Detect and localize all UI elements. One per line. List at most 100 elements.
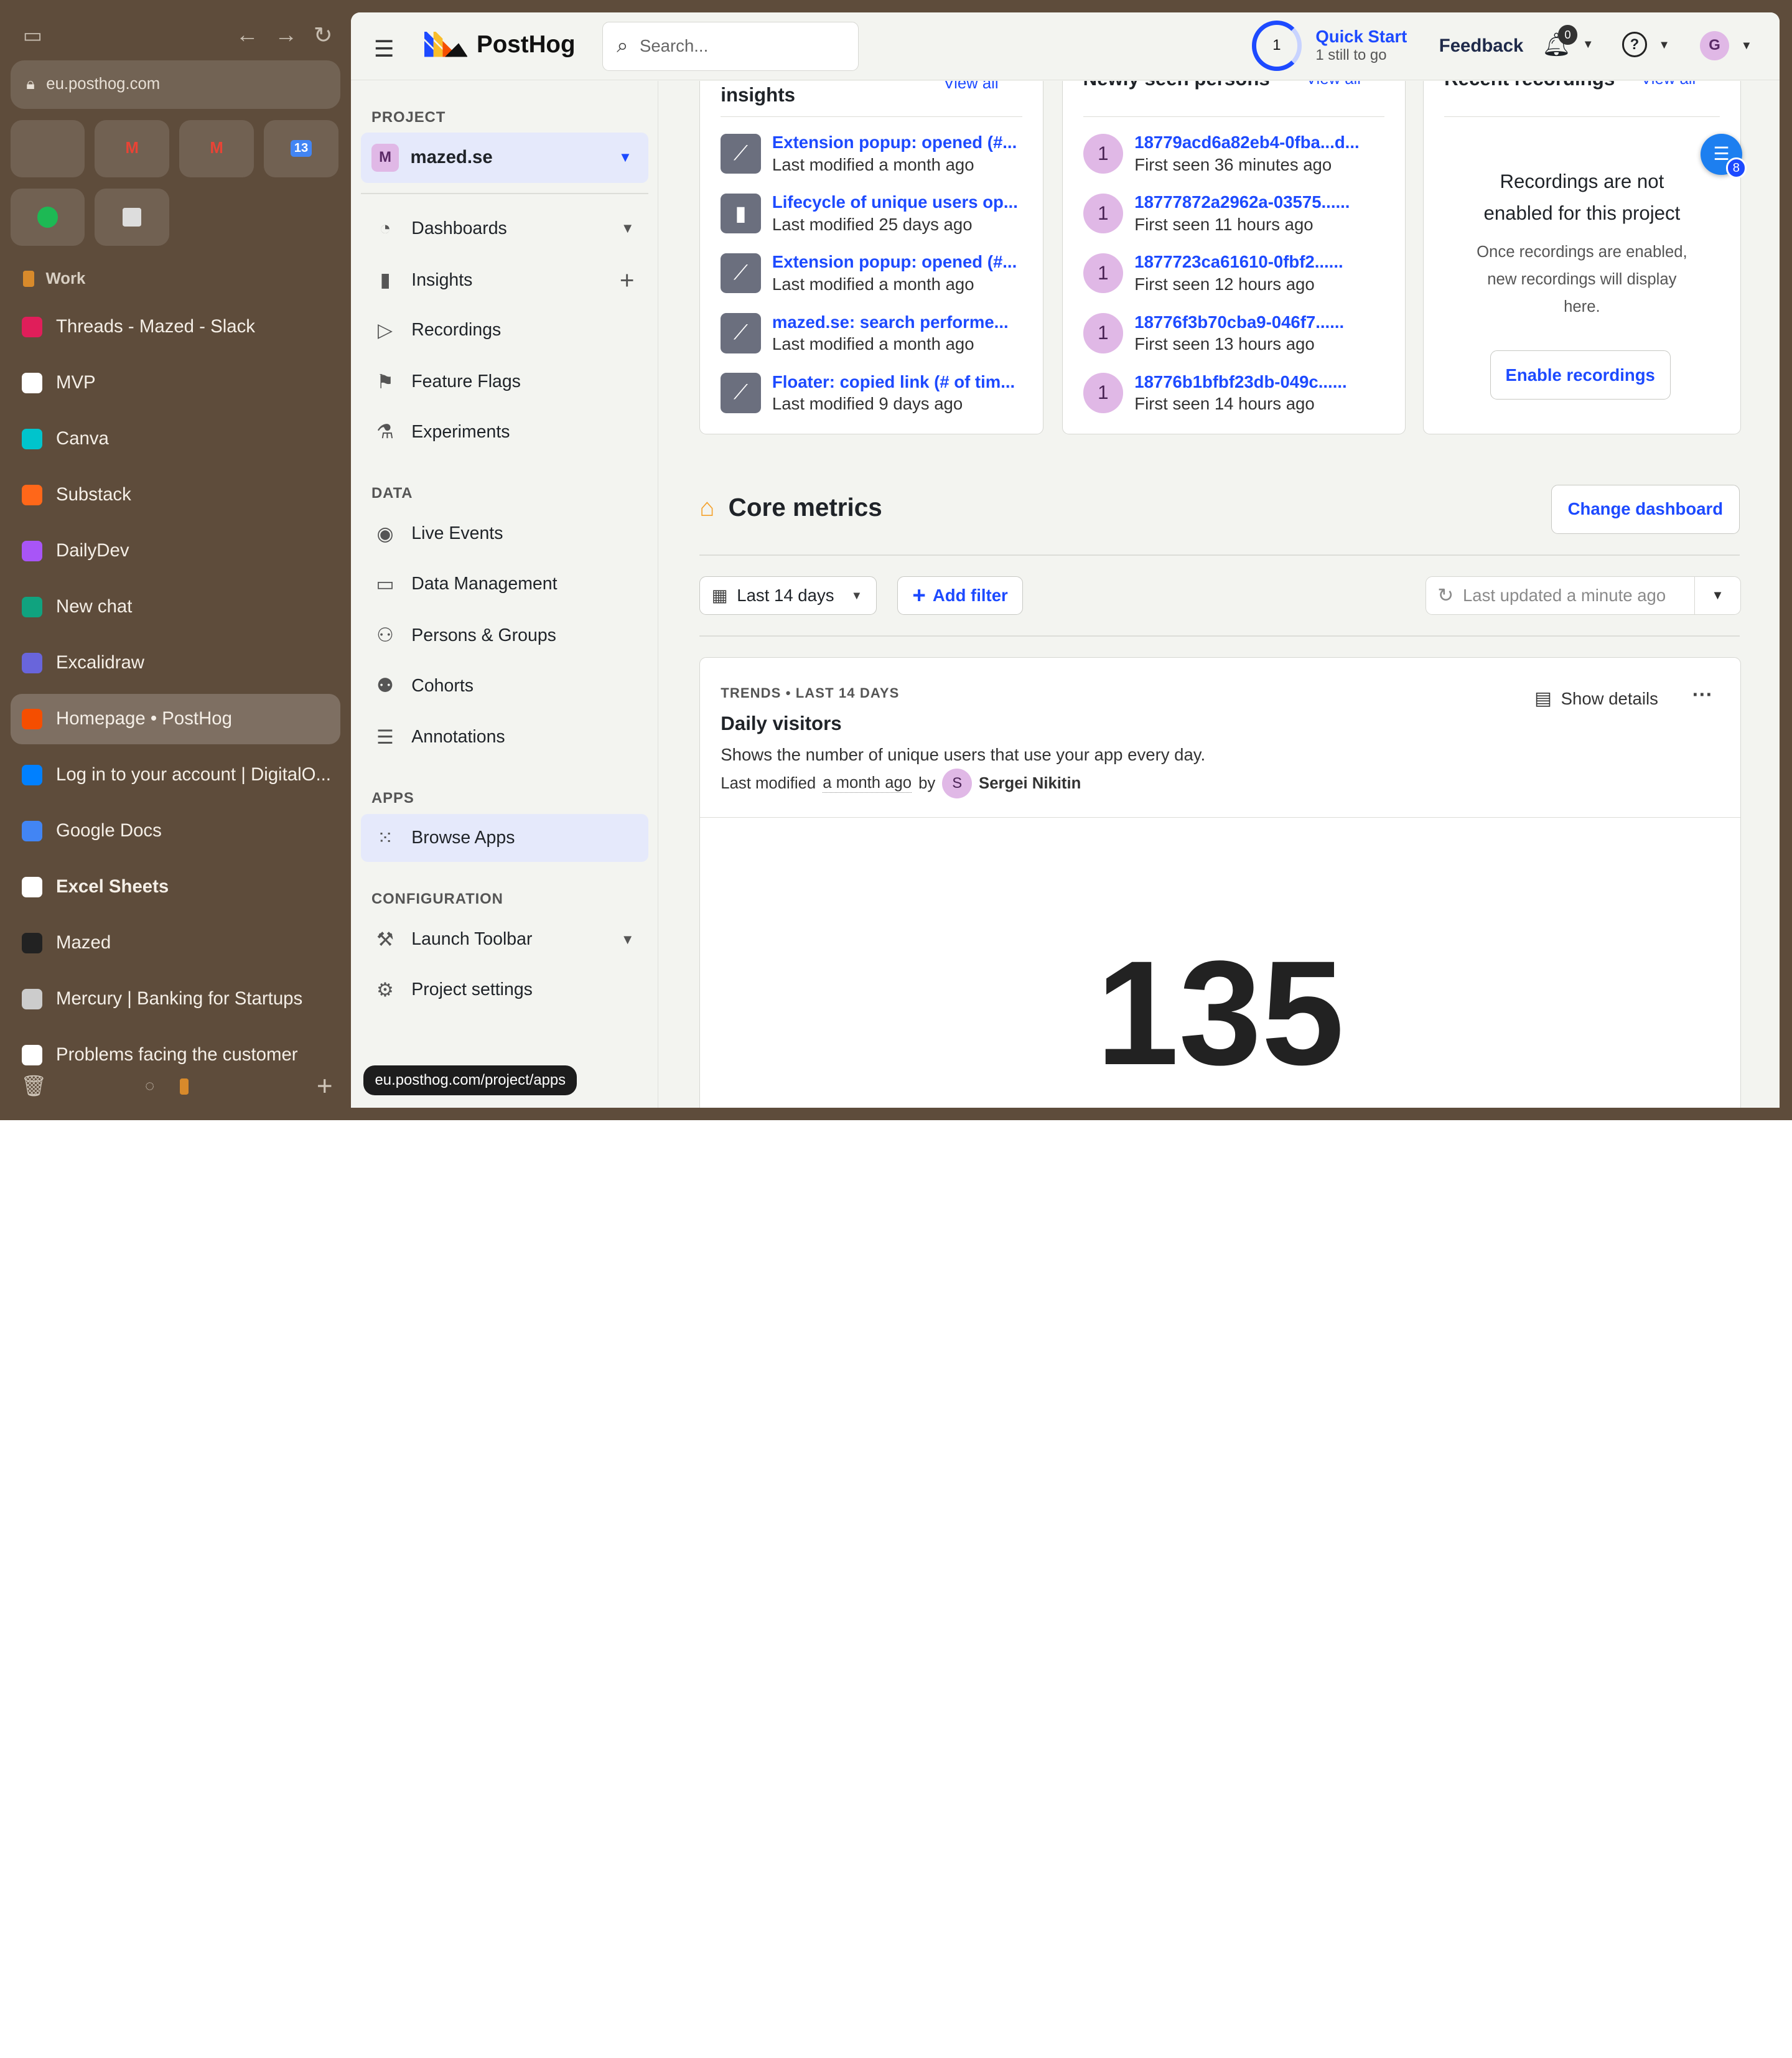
nav-persons-groups[interactable]: ⚇ Persons & Groups xyxy=(361,612,648,660)
nav-launch-toolbar[interactable]: ⚒ Launch Toolbar ▼ xyxy=(361,915,648,963)
nav-feature-flags[interactable]: ⚑ Feature Flags xyxy=(361,358,648,406)
person-row[interactable]: 1 1877723ca61610-0fbf2...... First seen 12… xyxy=(1083,247,1389,300)
nav-recordings[interactable]: ▷ Recordings xyxy=(361,306,648,354)
change-dashboard-button[interactable]: Change dashboard xyxy=(1551,484,1740,534)
tile-title[interactable]: Daily visitors xyxy=(721,713,841,735)
person-id[interactable]: 18776b1bfbf23db-049c...... xyxy=(1134,372,1346,392)
insight-row[interactable]: ⟋ Extension popup: opened (#... Last modif… xyxy=(721,128,1027,180)
url-bar[interactable]: 🔒︎ eu.posthog.com xyxy=(10,60,341,109)
chevron-down-icon[interactable]: ▼ xyxy=(621,932,635,948)
person-id[interactable]: 1877723ca61610-0fbf2...... xyxy=(1134,252,1343,272)
person-avatar: 1 xyxy=(1083,134,1123,174)
browser-tab[interactable]: Mazed xyxy=(11,918,341,968)
insights-view-all-link[interactable]: View all xyxy=(943,81,998,93)
person-row[interactable]: 1 18777872a2962a-03575...... First seen 11… xyxy=(1083,187,1389,240)
more-options-icon[interactable]: ··· xyxy=(1692,683,1713,707)
add-filter-button[interactable]: + Add filter xyxy=(897,576,1024,615)
sidebar-toggle-icon[interactable]: ▭ xyxy=(23,23,42,48)
archive-icon[interactable]: 🗑︎ xyxy=(21,1074,47,1098)
browser-tab[interactable]: Excel Sheets xyxy=(11,862,341,912)
help-button[interactable]: ? ▼ xyxy=(1622,32,1670,57)
nav-live-events[interactable]: ◉ Live Events xyxy=(361,510,648,558)
nav-dashboards[interactable]: ◔ Dashboards ▼ xyxy=(361,205,648,253)
browser-tab[interactable]: Excalidraw xyxy=(11,638,341,688)
person-row[interactable]: 1 18776b1bfbf23db-049c...... First seen 14… xyxy=(1083,367,1389,419)
pinned-tab-calendar[interactable]: 13 xyxy=(264,119,338,177)
recordings-view-all-link[interactable]: View all xyxy=(1641,81,1696,88)
enable-recordings-button[interactable]: Enable recordings xyxy=(1490,350,1671,400)
space-switch-icon[interactable]: ◌ xyxy=(145,1077,154,1095)
recordings-empty-heading-1: Recordings are not xyxy=(1500,170,1664,192)
person-row[interactable]: 1 18776f3b70cba9-046f7...... First seen 13… xyxy=(1083,307,1389,360)
person-row[interactable]: 1 18779acd6a82eb4-0fba...d... First seen 3… xyxy=(1083,128,1389,180)
home-icon: ⌂ xyxy=(699,492,715,522)
space-label[interactable]: Work xyxy=(22,270,85,288)
nav-data-management[interactable]: ▭ Data Management xyxy=(361,560,648,608)
play-square-icon: ▷ xyxy=(378,319,393,341)
pinned-tab-spotify[interactable] xyxy=(10,189,85,246)
tools-icon: ⚒ xyxy=(376,928,394,950)
refresh-options-dropdown[interactable]: ▼ xyxy=(1694,576,1740,615)
browser-tab[interactable]: Mercury | Banking for Startups xyxy=(11,974,341,1024)
forward-icon[interactable]: → xyxy=(274,22,297,49)
show-details-button[interactable]: ▤ Show details xyxy=(1534,688,1658,709)
user-menu[interactable]: G ▼ xyxy=(1699,30,1752,61)
project-avatar: M xyxy=(371,144,399,172)
browser-tab[interactable]: Google Docs xyxy=(11,806,341,856)
trend-icon: ⟋ xyxy=(721,313,761,353)
pinned-tab-gmail[interactable]: M xyxy=(95,119,169,177)
person-id[interactable]: 18776f3b70cba9-046f7...... xyxy=(1134,312,1344,332)
browser-tab[interactable]: MVP xyxy=(11,358,341,408)
feedback-button[interactable]: Feedback xyxy=(1439,35,1524,57)
flask-icon: ⚗ xyxy=(376,421,394,443)
quick-start-button[interactable]: 1 Quick Start 1 still to go xyxy=(1251,21,1407,71)
pinned-tab-gmail-2[interactable]: M xyxy=(179,119,254,177)
menu-toggle-icon[interactable]: ☰ xyxy=(374,35,394,62)
nav-experiments[interactable]: ⚗ Experiments xyxy=(361,408,648,456)
chevron-down-icon[interactable]: ▼ xyxy=(621,220,635,236)
project-switcher[interactable]: M mazed.se ▼ xyxy=(361,133,648,183)
browser-tab-label: Problems facing the customer xyxy=(55,1044,298,1065)
plus-icon[interactable]: + xyxy=(620,266,635,295)
pinned-tab-app[interactable] xyxy=(95,189,169,246)
browser-tab[interactable]: Substack xyxy=(11,470,341,520)
insight-row[interactable]: ⟋ Extension popup: opened (#... Last modif… xyxy=(721,247,1027,300)
browser-tab[interactable]: Log in to your account | DigitalO... xyxy=(11,750,341,800)
nav-insights[interactable]: ▮ Insights + xyxy=(361,256,648,304)
person-id[interactable]: 18779acd6a82eb4-0fba...d... xyxy=(1134,133,1359,152)
insight-row[interactable]: ⟋ Floater: copied link (# of tim... Last m… xyxy=(721,367,1027,419)
browser-tab[interactable]: Threads - Mazed - Slack xyxy=(11,302,341,352)
quick-start-progress-ring: 1 xyxy=(1251,21,1302,71)
insight-name[interactable]: Lifecycle of unique users op... xyxy=(772,192,1018,212)
browser-tab[interactable]: DailyDev xyxy=(11,526,341,576)
persons-view-all-link[interactable]: View all xyxy=(1306,81,1361,88)
insight-row[interactable]: ⟋ mazed.se: search performe... Last modifi… xyxy=(721,307,1027,360)
space-work-icon[interactable] xyxy=(179,1078,189,1095)
insight-name[interactable]: Extension popup: opened (#... xyxy=(772,133,1017,152)
refresh-button[interactable]: ↻ Last updated a minute ago ▼ xyxy=(1425,576,1741,615)
posthog-logo[interactable]: PostHog xyxy=(424,31,576,58)
insights-card-title: insights xyxy=(721,84,795,106)
browser-tab[interactable]: Canva xyxy=(11,414,341,464)
pinned-tab-blank[interactable] xyxy=(10,119,85,177)
insight-name[interactable]: Extension popup: opened (#... xyxy=(772,252,1017,272)
insight-modified: Last modified a month ago xyxy=(772,274,974,294)
insight-row[interactable]: ▮ Lifecycle of unique users op... Last mod… xyxy=(721,187,1027,240)
nav-project-settings[interactable]: ⚙ Project settings xyxy=(361,966,648,1014)
browser-tab-label: Log in to your account | DigitalO... xyxy=(55,764,331,785)
date-range-select[interactable]: ▦ Last 14 days ▼ xyxy=(699,576,877,615)
browser-tab[interactable]: New chat xyxy=(11,582,341,632)
browser-tab[interactable]: Homepage • PostHog xyxy=(10,693,341,744)
back-icon[interactable]: ← xyxy=(236,22,259,49)
nav-cohorts[interactable]: ⚉ Cohorts xyxy=(361,662,648,710)
insight-name[interactable]: mazed.se: search performe... xyxy=(772,312,1009,332)
reload-icon[interactable]: ↻ xyxy=(314,22,333,49)
insight-name[interactable]: Floater: copied link (# of tim... xyxy=(772,372,1015,392)
new-tab-icon[interactable]: + xyxy=(317,1071,333,1102)
search-input[interactable]: ⌕ Search... xyxy=(602,21,859,71)
floater-widget[interactable]: ☰ 8 xyxy=(1701,133,1747,179)
person-id[interactable]: 18777872a2962a-03575...... xyxy=(1134,192,1350,212)
nav-browse-apps[interactable]: ⁙ Browse Apps xyxy=(361,813,648,863)
nav-annotations[interactable]: ☰ Annotations xyxy=(361,713,648,761)
browser-tab-label: Mazed xyxy=(55,932,111,953)
